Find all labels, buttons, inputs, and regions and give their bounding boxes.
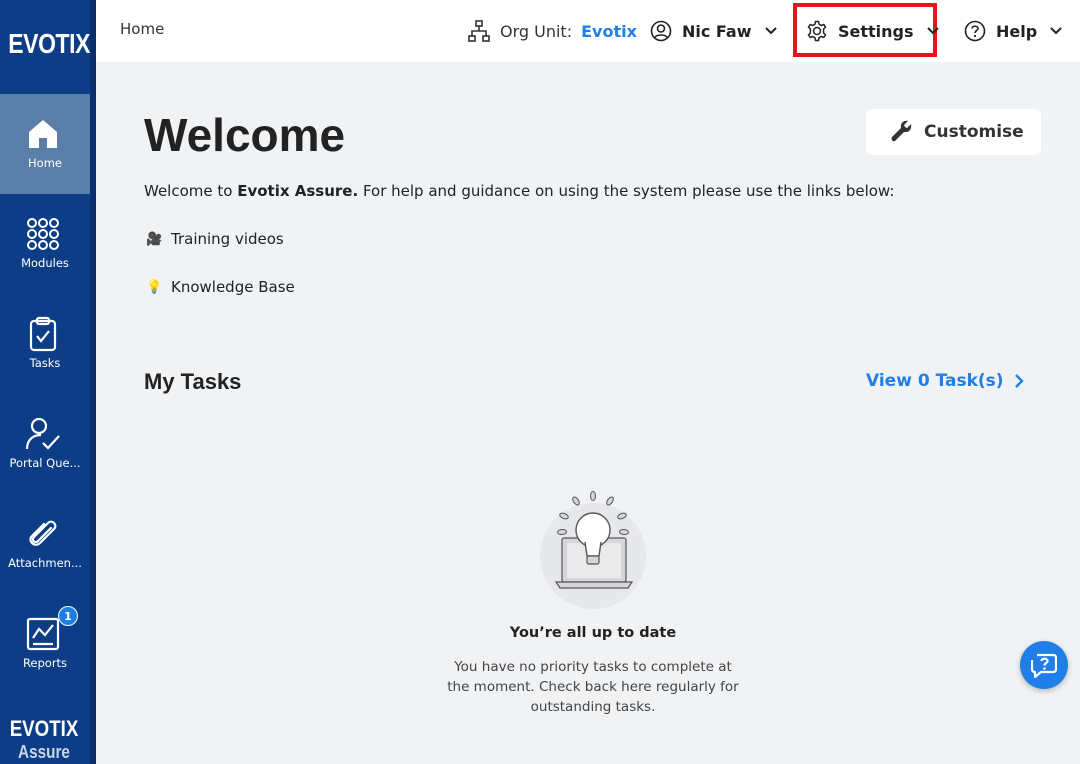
paperclip-icon — [29, 520, 57, 546]
sidebar-item-label: Home — [28, 156, 62, 170]
intro-prefix: Welcome to — [144, 182, 238, 200]
org-unit-value[interactable]: Evotix — [581, 22, 637, 41]
empty-state-text: You have no priority tasks to complete a… — [447, 659, 739, 715]
sidebar-item-label: Attachmen... — [8, 556, 82, 570]
sidebar-item-label: Tasks — [29, 356, 61, 370]
chart-icon — [26, 617, 60, 651]
settings-menu[interactable]: Settings — [806, 18, 940, 44]
knowledge-base-label: Knowledge Base — [171, 278, 295, 296]
sidebar-item-label: Modules — [21, 256, 69, 270]
sidebar-item-attachments[interactable]: Attachmen... — [0, 494, 90, 594]
my-tasks-title: My Tasks — [144, 369, 242, 394]
user-name: Nic Faw — [682, 21, 752, 41]
user-menu[interactable]: Nic Faw — [650, 18, 778, 44]
chat-help-icon — [1031, 653, 1057, 678]
sidebar-item-home[interactable]: Home — [0, 94, 90, 194]
footer-product-name: Assure — [18, 742, 70, 762]
chevron-down-icon — [764, 27, 777, 35]
breadcrumb[interactable]: Home — [120, 20, 164, 38]
org-tree-icon — [468, 20, 490, 42]
sidebar-item-tasks[interactable]: Tasks — [0, 294, 90, 394]
training-videos-link[interactable]: 🎥 Training videos — [146, 230, 284, 248]
sidebar-item-label: Portal Que... — [9, 456, 81, 470]
laptop-lightbulb-illustration — [540, 491, 646, 609]
support-chat-button[interactable] — [1020, 641, 1068, 689]
help-circle-icon — [964, 20, 986, 42]
clipboard-check-icon — [29, 316, 57, 352]
view-tasks-link[interactable]: View 0 Task(s) — [866, 371, 1024, 391]
customise-label: Customise — [924, 122, 1024, 142]
intro-product: Evotix Assure. — [237, 182, 359, 200]
top-bar: Home Org Unit: Evotix Nic Faw Settings H… — [96, 0, 1080, 62]
intro-suffix: For help and guidance on using the syste… — [358, 182, 895, 200]
view-tasks-label: View 0 Task(s) — [866, 371, 1004, 391]
help-label: Help — [996, 21, 1038, 41]
home-icon — [29, 120, 57, 148]
user-icon — [650, 20, 672, 42]
training-videos-label: Training videos — [171, 230, 284, 248]
lightbulb-icon: 💡 — [146, 279, 163, 295]
org-unit-label: Org Unit: — [500, 21, 573, 41]
settings-label: Settings — [838, 21, 914, 41]
chevron-right-icon — [1014, 374, 1024, 388]
chevron-down-icon — [1050, 27, 1062, 35]
brand-logo[interactable]: EVOTIX — [8, 28, 90, 60]
gear-icon — [807, 20, 827, 42]
user-check-icon — [25, 417, 60, 450]
grid-icon — [27, 218, 59, 250]
footer-brand: EVOTIX Assure — [0, 716, 88, 762]
reports-badge: 1 — [58, 606, 78, 626]
sidebar-item-reports[interactable]: Reports — [0, 594, 90, 694]
footer-brand-name: EVOTIX — [9, 716, 79, 741]
sidebar-item-portal-queue[interactable]: Portal Que... — [0, 394, 90, 494]
customise-button[interactable]: Customise — [866, 109, 1041, 155]
help-menu[interactable]: Help — [964, 18, 1063, 44]
org-unit-selector[interactable]: Org Unit: Evotix — [468, 18, 637, 44]
empty-state-title: You’re all up to date — [509, 625, 677, 641]
sidebar-edge — [90, 0, 96, 764]
knowledge-base-link[interactable]: 💡 Knowledge Base — [146, 278, 295, 296]
sidebar: EVOTIX Home Modules Tasks Portal Que... … — [0, 0, 96, 764]
welcome-intro: Welcome to Evotix Assure. For help and g… — [144, 182, 894, 200]
chevron-down-icon — [926, 27, 939, 35]
sidebar-item-modules[interactable]: Modules — [0, 194, 90, 294]
video-camera-icon: 🎥 — [146, 231, 163, 247]
page-title: Welcome — [144, 109, 346, 161]
sidebar-item-label: Reports — [22, 656, 68, 670]
wrench-icon — [891, 120, 912, 142]
